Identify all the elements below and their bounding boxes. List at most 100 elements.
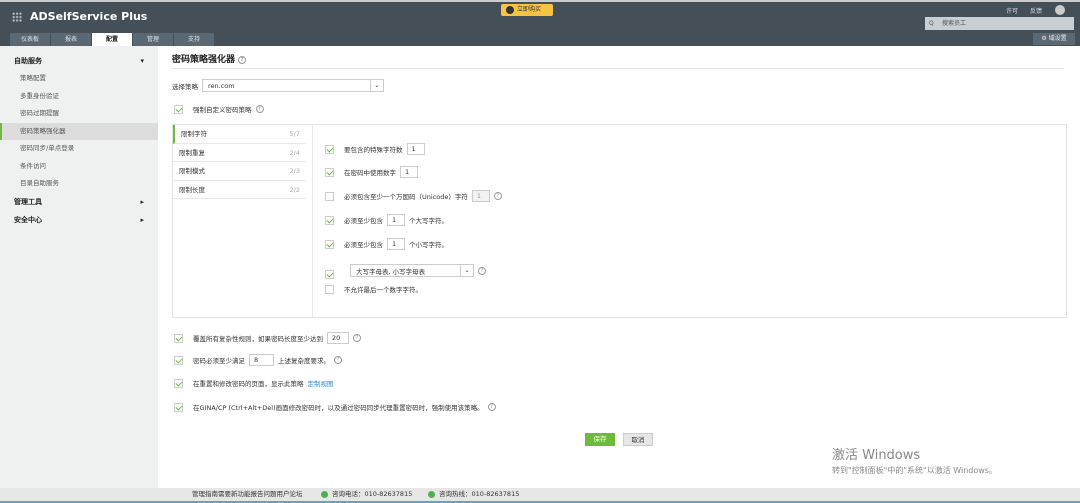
gear-icon: ⚙ (1041, 35, 1049, 42)
buy-now-label: 立即购买 (517, 6, 542, 13)
special-chars-label: 要包含的特殊字符数 (344, 146, 403, 154)
special-chars-checkbox[interactable] (325, 144, 334, 154)
rule-tab-length[interactable]: 限制长度 2/2 (173, 181, 306, 199)
help-icon[interactable]: ? (478, 266, 486, 275)
rule-tab-count: 2/4 (289, 148, 300, 157)
gina-checkbox[interactable] (174, 402, 183, 412)
chevron-down-icon: ⌄ (370, 80, 383, 91)
buy-now-button[interactable]: 立即购买 (501, 4, 553, 16)
apps-grid-icon[interactable] (12, 11, 22, 22)
sidebar-section-self-service[interactable]: 自助服务 ▾ (0, 52, 158, 70)
sidebar: 自助服务 ▾ 策略配置 多重身份验证 密码过期提醒 密码策略强化器 密码同步/单点… (0, 46, 158, 488)
lowercase-label: 必须至少包含 (344, 241, 383, 249)
lowercase-input[interactable]: 1 (387, 238, 405, 250)
unicode-checkbox[interactable] (325, 191, 334, 201)
customize-view-link[interactable]: 定制视图 (308, 378, 334, 388)
app-logo[interactable]: ADSelfService Plus (12, 10, 147, 23)
sidebar-section-admin-tools[interactable]: 管理工具 ▸ (0, 193, 158, 211)
feedback-link[interactable]: 反馈 (1030, 6, 1042, 15)
domain-settings-button[interactable]: ⚙ 域设置 (1033, 33, 1075, 45)
digit-checkbox[interactable] (325, 167, 334, 177)
user-avatar-icon[interactable] (1055, 5, 1065, 15)
min-meet-input[interactable]: 8 (249, 354, 274, 366)
help-icon[interactable]: ? (487, 403, 496, 411)
rule-tab-pattern[interactable]: 限制模式 2/3 (173, 162, 306, 181)
rule-tab-label: 限制长度 (179, 185, 205, 194)
tab-support[interactable]: 支持 (174, 33, 214, 46)
search-icon: Q (929, 20, 934, 27)
tab-reports[interactable]: 报表 (51, 33, 91, 46)
unicode-label: 必须包含至少一个万国码（Unicode）字符 (344, 193, 468, 201)
rule-tab-count: 2/2 (289, 185, 300, 194)
tab-admin[interactable]: 管理 (133, 33, 173, 46)
windows-activation-watermark: 激活 Windows 转到"控制面板"中的"系统"以激活 Windows。 (832, 444, 997, 476)
uppercase-checkbox[interactable] (325, 215, 334, 225)
section-label: 安全中心 (14, 215, 42, 224)
start-with-checkbox[interactable] (325, 270, 334, 279)
last-digit-label: 不允许最后一个数字字符。 (344, 286, 422, 294)
enforce-custom-checkbox[interactable] (174, 104, 183, 114)
license-link[interactable]: 许可 (1006, 6, 1018, 15)
sidebar-item-policy-config[interactable]: 策略配置 (0, 70, 158, 88)
help-icon[interactable]: ? (334, 356, 342, 364)
footer-hotline: 咨询热线：010-82637815 (439, 490, 520, 498)
display-policy-label: 在重置和修改密码的页面，显示此策略 (193, 380, 304, 388)
policy-select[interactable]: ren.com ⌄ (202, 79, 384, 92)
employee-search-input[interactable]: Q 搜索员工 (925, 17, 1074, 30)
start-with-select[interactable]: 大写字母表, 小写字母表 ⌄ (350, 264, 474, 277)
rule-tab-characters[interactable]: 限制字符 5/7 (173, 125, 306, 144)
save-button[interactable]: 保存 (585, 433, 615, 446)
rule-tab-repetition[interactable]: 限制重复 2/4 (173, 144, 306, 162)
special-chars-input[interactable]: 1 (406, 143, 425, 155)
sidebar-item-expiry-notification[interactable]: 密码过期提醒 (0, 105, 158, 123)
override-checkbox[interactable] (174, 333, 183, 343)
domain-settings-label: 域设置 (1048, 35, 1067, 42)
sidebar-item-conditional-access[interactable]: 条件访问 (0, 158, 158, 176)
display-policy-checkbox[interactable] (174, 378, 183, 388)
cancel-button[interactable]: 取消 (623, 433, 653, 446)
last-digit-checkbox[interactable] (325, 284, 334, 294)
watermark-line2: 转到"控制面板"中的"系统"以激活 Windows。 (832, 466, 997, 475)
digit-label: 在密码中使用数字 (344, 169, 396, 177)
tab-configuration[interactable]: 配置 (92, 33, 132, 46)
min-meet-suffix: 上述复杂度要求。 (278, 357, 330, 365)
footer-phone: 咨询电话：010-82637815 (332, 490, 413, 498)
uppercase-suffix: 个大写字符。 (409, 217, 448, 225)
lowercase-suffix: 个小写字符。 (409, 241, 448, 249)
chevron-down-icon: ⌄ (460, 265, 473, 276)
override-length-input[interactable]: 20 (327, 332, 349, 344)
min-meet-checkbox[interactable] (174, 355, 183, 365)
sidebar-item-password-sync-sso[interactable]: 密码同步/单点登录 (0, 140, 158, 158)
sidebar-item-mfa[interactable]: 多重身份验证 (0, 88, 158, 106)
page-title: 密码策略强化器 (172, 55, 236, 65)
rule-tab-label: 限制字符 (181, 130, 207, 138)
min-meet-label: 密码必须至少满足 (193, 357, 245, 365)
tab-dashboard[interactable]: 仪表板 (10, 33, 50, 46)
unicode-input[interactable]: 1 (471, 190, 490, 202)
enforce-custom-label: 强制自定义密码策略 (193, 106, 252, 114)
caret-down-icon: ▾ (140, 57, 144, 65)
help-icon[interactable]: ? (353, 334, 361, 342)
override-label: 覆盖所有复杂性规则，如果密码长度至少达到 (193, 335, 323, 343)
gina-label: 在GINA/CP (Ctrl+Alt+Del)画面修改密码时，以及通过密码同步代… (193, 404, 484, 412)
caret-right-icon: ▸ (140, 197, 144, 206)
footer-links[interactable]: 管理指南需要新功能报告问题用户论坛 (192, 488, 303, 501)
help-icon[interactable]: ? (255, 105, 264, 113)
lowercase-checkbox[interactable] (325, 239, 334, 249)
footer: 管理指南需要新功能报告问题用户论坛 咨询电话：010-82637815 咨询热线… (0, 488, 1080, 503)
help-icon[interactable]: ? (238, 55, 247, 64)
cart-icon (506, 6, 514, 14)
top-header: ADSelfService Plus 立即购买 许可 反馈 Q 搜索员工 ⚙ 域设… (0, 0, 1080, 46)
start-with-value: 大写字母表, 小写字母表 (356, 267, 426, 276)
section-label: 管理工具 (14, 197, 42, 206)
sidebar-section-security-center[interactable]: 安全中心 ▸ (0, 211, 158, 229)
digit-input[interactable]: 1 (400, 166, 418, 178)
app-name: ADSelfService Plus (30, 10, 148, 23)
sidebar-item-password-policy-enforcer[interactable]: 密码策略强化器 (0, 122, 158, 140)
select-policy-label: 选择策略 (172, 82, 198, 91)
section-label: 自助服务 (14, 57, 42, 65)
uppercase-input[interactable]: 1 (387, 214, 405, 226)
sidebar-item-directory-self-service[interactable]: 目录自助服务 (0, 175, 158, 193)
help-icon[interactable]: ? (493, 192, 502, 200)
rule-tab-count: 2/3 (289, 167, 300, 175)
